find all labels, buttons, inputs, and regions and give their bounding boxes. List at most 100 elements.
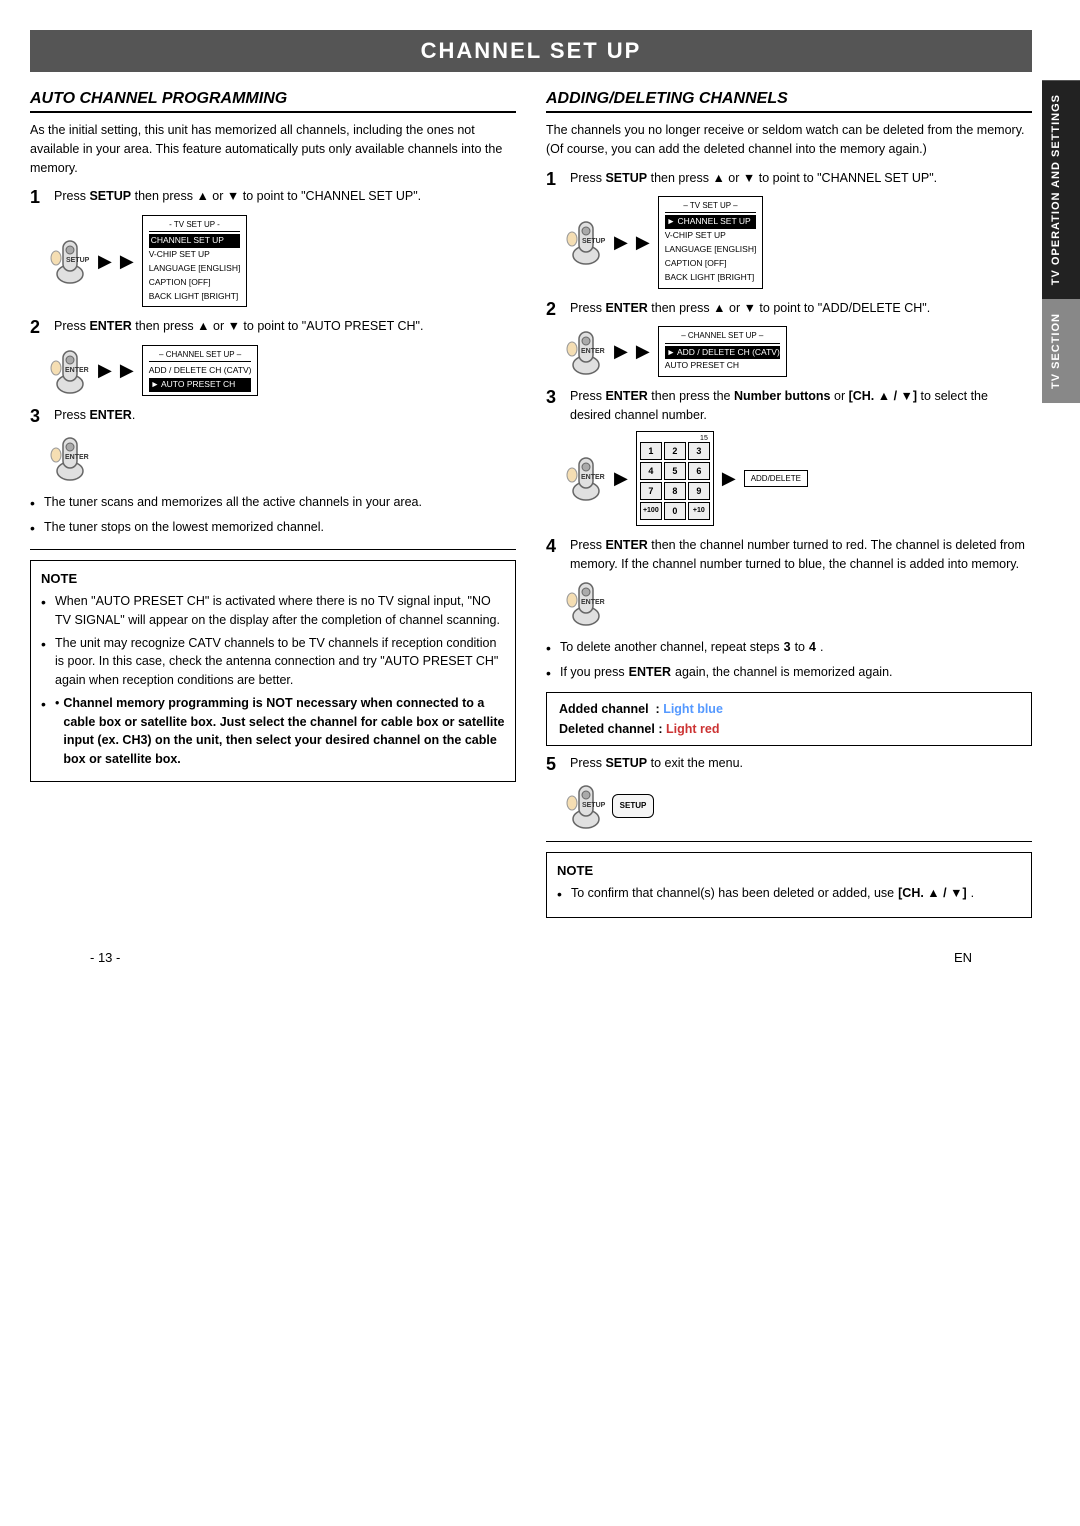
- note-bullet-3-text: Channel memory programming is NOT necess…: [63, 694, 505, 769]
- rstep5-num: 5: [546, 754, 564, 776]
- rarrow-1: ▶: [614, 232, 628, 253]
- rstep2-menu-box: – CHANNEL SET UP – ► ADD / DELETE CH (CA…: [658, 326, 787, 377]
- right-step1: 1 Press SETUP then press ▲ or ▼ to point…: [546, 169, 1032, 289]
- side-tab-section: TV SECTION: [1042, 299, 1080, 403]
- divider-1: [30, 549, 516, 550]
- info-added: Added channel : Light blue: [559, 699, 1019, 719]
- note-bullet-1: When "AUTO PRESET CH" is activated where…: [41, 592, 505, 630]
- right-step2: 2 Press ENTER then press ▲ or ▼ to point…: [546, 299, 1032, 378]
- right-note-title: NOTE: [557, 861, 1021, 881]
- rremote-hand-icon-2: ENTER: [566, 327, 606, 377]
- step2-menu-box: – CHANNEL SET UP – ADD / DELETE CH (CATV…: [142, 345, 259, 396]
- rmenu1-language: LANGUAGE [ENGLISH]: [665, 243, 757, 257]
- footer-page: - 13 -: [90, 950, 120, 965]
- numpad-grid: 15 1 2 3 4 5 6: [636, 431, 714, 526]
- step3-num: 3: [30, 406, 48, 428]
- setup-btn: SETUP: [612, 794, 654, 818]
- rmenu2-auto-preset: AUTO PRESET CH: [665, 359, 780, 373]
- info-deleted: Deleted channel : Light red: [559, 719, 1019, 739]
- arrow-icon-1: ▶: [98, 251, 112, 272]
- rstep2-num: 2: [546, 299, 564, 321]
- arrow-icon-3: ▶: [98, 360, 112, 381]
- page: TV OPERATION AND SETTINGS TV SECTION CHA…: [0, 0, 1080, 1526]
- svg-text:ENTER: ENTER: [65, 454, 89, 461]
- numpad-label: 15: [640, 435, 710, 442]
- key-9: 9: [688, 482, 710, 500]
- svg-text:ENTER: ENTER: [581, 348, 605, 355]
- rbullet-2: If you press ENTER again, the channel is…: [546, 663, 1032, 684]
- left-step3: 3 Press ENTER. ENTER: [30, 406, 516, 483]
- rstep4-text: Press ENTER then the channel number turn…: [570, 536, 1032, 574]
- numpad-diagram: ENTER ▶ 15 1 2 3: [566, 431, 1032, 526]
- rnote-bullet-1: To confirm that channel(s) has been dele…: [557, 884, 1021, 905]
- rstep5-diagram: SETUP SETUP: [566, 781, 1032, 831]
- left-step1: 1 Press SETUP then press ▲ or ▼ to point…: [30, 187, 516, 307]
- menu-caption: CAPTION [OFF]: [149, 276, 241, 290]
- page-footer: - 13 - EN: [30, 950, 1032, 965]
- left-column: AUTO CHANNEL PROGRAMMING As the initial …: [30, 90, 516, 926]
- left-intro: As the initial setting, this unit has me…: [30, 121, 516, 177]
- menu2-auto-preset: ► AUTO PRESET CH: [149, 378, 252, 392]
- left-note-box: NOTE When "AUTO PRESET CH" is activated …: [30, 560, 516, 782]
- note-bullet-3: • Channel memory programming is NOT nece…: [41, 694, 505, 769]
- remote-hand-icon: SETUP: [50, 236, 90, 286]
- rremote-hand-icon-4: ENTER: [566, 578, 606, 628]
- rremote-hand-icon-3: ENTER: [566, 453, 606, 503]
- two-col-layout: AUTO CHANNEL PROGRAMMING As the initial …: [30, 90, 1032, 926]
- key-plus100: +100: [640, 502, 662, 520]
- menu-backlight: BACK LIGHT [BRIGHT]: [149, 290, 241, 304]
- right-note-box: NOTE To confirm that channel(s) has been…: [546, 852, 1032, 919]
- step2-text: Press ENTER then press ▲ or ▼ to point t…: [54, 317, 423, 336]
- rmenu1-caption: CAPTION [OFF]: [665, 257, 757, 271]
- right-bullets: To delete another channel, repeat steps …: [546, 638, 1032, 684]
- right-step4: 4 Press ENTER then the channel number tu…: [546, 536, 1032, 629]
- footer-lang: EN: [954, 950, 972, 965]
- svg-text:ENTER: ENTER: [65, 367, 89, 374]
- right-step5: 5 Press SETUP to exit the menu. SETUP SE…: [546, 754, 1032, 831]
- key-1: 1: [640, 442, 662, 460]
- rremote-hand-icon-1: SETUP: [566, 217, 606, 267]
- menu-channel-set-up: CHANNEL SET UP: [149, 234, 241, 248]
- menu2-add-delete: ADD / DELETE CH (CATV): [149, 364, 252, 378]
- menu-title: - TV SET UP -: [149, 219, 241, 232]
- rmenu1-vchip: V-CHIP SET UP: [665, 229, 757, 243]
- content-area: CHANNEL SET UP AUTO CHANNEL PROGRAMMING …: [30, 30, 1032, 965]
- rstep3-text: Press ENTER then press the Number button…: [570, 387, 1032, 425]
- side-tabs: TV OPERATION AND SETTINGS TV SECTION: [1042, 80, 1080, 403]
- rmenu1-backlight: BACK LIGHT [BRIGHT]: [665, 271, 757, 285]
- left-section-title: AUTO CHANNEL PROGRAMMING: [30, 90, 516, 113]
- step1-text: Press SETUP then press ▲ or ▼ to point t…: [54, 187, 421, 206]
- step3-text: Press ENTER.: [54, 406, 135, 425]
- key-7: 7: [640, 482, 662, 500]
- right-column: ADDING/DELETING CHANNELS The channels yo…: [546, 90, 1032, 926]
- right-divider: [546, 841, 1032, 842]
- rstep1-diagram: SETUP ▶ ▶ – TV SET UP – ► CHANNEL SET UP…: [566, 196, 1032, 289]
- rarrow-4: ▶: [636, 341, 650, 362]
- step1-num: 1: [30, 187, 48, 209]
- rstep4-diagram: ENTER: [566, 578, 1032, 628]
- rstep4-num: 4: [546, 536, 564, 558]
- rmenu2-title: – CHANNEL SET UP –: [665, 330, 780, 343]
- rstep3-num: 3: [546, 387, 564, 409]
- step2-diagram: ENTER ▶ ▶ – CHANNEL SET UP – ADD / DELET…: [50, 345, 516, 396]
- step3-diagram: ENTER: [50, 433, 516, 483]
- rstep5-text: Press SETUP to exit the menu.: [570, 754, 743, 773]
- rmenu2-add-delete: ► ADD / DELETE CH (CATV): [665, 346, 780, 360]
- key-0: 0: [664, 502, 686, 520]
- key-plus10: +10: [688, 502, 710, 520]
- key-5: 5: [664, 462, 686, 480]
- arrow-icon-2: ▶: [120, 251, 134, 272]
- side-tab-operation: TV OPERATION AND SETTINGS: [1042, 80, 1080, 299]
- svg-text:SETUP: SETUP: [66, 257, 90, 264]
- rarrow-5: ▶: [614, 468, 628, 489]
- note-bullets: When "AUTO PRESET CH" is activated where…: [41, 592, 505, 769]
- right-intro: The channels you no longer receive or se…: [546, 121, 1032, 159]
- key-8: 8: [664, 482, 686, 500]
- menu2-title: – CHANNEL SET UP –: [149, 349, 252, 362]
- left-note-title: NOTE: [41, 569, 505, 589]
- rstep1-num: 1: [546, 169, 564, 191]
- rstep2-diagram: ENTER ▶ ▶ – CHANNEL SET UP – ► ADD / DEL…: [566, 326, 1032, 377]
- rarrow-6: ▶: [722, 468, 736, 489]
- menu-v-chip: V-CHIP SET UP: [149, 248, 241, 262]
- svg-text:ENTER: ENTER: [581, 599, 605, 606]
